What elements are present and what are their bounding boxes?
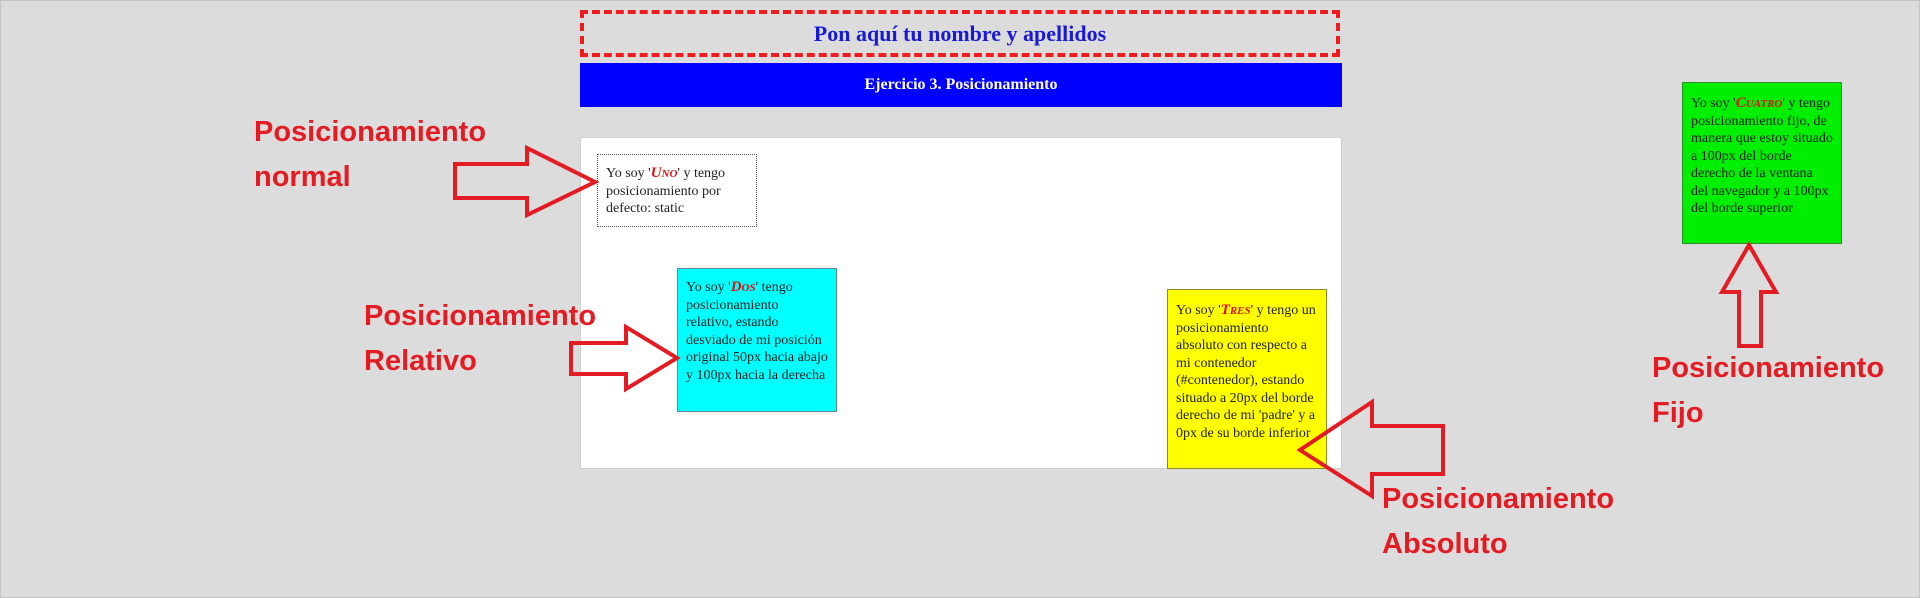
box-tres: Yo soy 'Tres' y tengo un posicionamiento…	[1167, 289, 1327, 469]
name-placeholder-text: Pon aquí tu nombre y apellidos	[813, 20, 1107, 46]
box-cuatro: Yo soy 'Cuatro' y tengo posicionamiento …	[1682, 82, 1842, 244]
box-tres-name: Tres	[1220, 302, 1251, 318]
annotation-absoluto: Posicionamiento Absoluto	[1382, 483, 1615, 560]
annotation-normal: Posicionamiento normal	[254, 116, 487, 193]
box-cuatro-name: Cuatro	[1735, 95, 1783, 111]
box-dos-name: Dos	[730, 279, 756, 295]
name-header: Pon aquí tu nombre y apellidos	[580, 10, 1340, 57]
annotation-relativo: Posicionamiento Relativo	[364, 300, 597, 377]
exercise-title-bar: Ejercicio 3. Posicionamiento	[580, 63, 1342, 107]
box-uno: Yo soy 'Uno' y tengo posicionamiento por…	[597, 154, 757, 227]
annotation-fijo: Posicionamiento Fijo	[1652, 352, 1885, 429]
box-dos: Yo soy 'Dos' tengo posicionamiento relat…	[677, 268, 837, 412]
box-uno-name: Uno	[650, 165, 678, 181]
exercise-title: Ejercicio 3. Posicionamiento	[864, 76, 1058, 93]
